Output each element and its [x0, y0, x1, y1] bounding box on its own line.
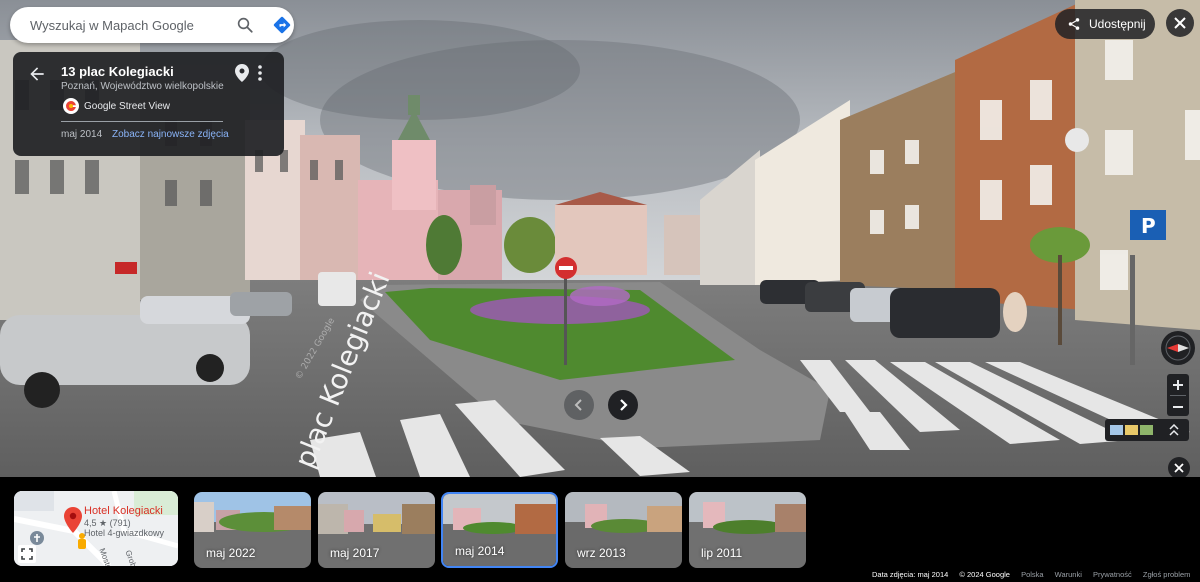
- previous-photo-button[interactable]: [564, 390, 594, 420]
- chevron-right-icon: [620, 399, 628, 411]
- timeline-thumb-may-2022[interactable]: maj 2022: [194, 492, 311, 568]
- search-box: [10, 7, 294, 43]
- more-options-button[interactable]: [253, 64, 267, 82]
- layer-thumb-map: [1125, 425, 1138, 435]
- location-info-card: 13 plac Kolegiacki Poznań, Województwo w…: [13, 52, 284, 156]
- location-address: Poznań, Województwo wielkopolskie: [61, 81, 224, 92]
- thumb-label: maj 2014: [455, 544, 505, 558]
- show-on-map-button[interactable]: [235, 64, 249, 82]
- chevron-left-icon: [574, 399, 582, 411]
- report-problem-link[interactable]: Zgłoś problem: [1143, 570, 1191, 579]
- next-photo-button[interactable]: [608, 390, 638, 420]
- search-input[interactable]: [28, 16, 225, 34]
- minimap-hotel-category: Hotel 4-gwiazdkowy: [84, 528, 165, 538]
- thumb-label: wrz 2013: [577, 546, 626, 560]
- zoom-in-button[interactable]: [1167, 374, 1189, 395]
- zoom-control: [1167, 374, 1189, 416]
- timeline-thumb-jul-2011[interactable]: lip 2011: [689, 492, 806, 568]
- info-divider: [61, 121, 223, 122]
- fullscreen-icon: [21, 548, 33, 560]
- location-pin-icon: [235, 64, 249, 82]
- timeline-thumb-may-2014[interactable]: maj 2014: [441, 492, 558, 568]
- footer-bar: Data zdjęcia: maj 2014 © 2024 Google Pol…: [872, 570, 1199, 579]
- street-view-provider: Google Street View: [84, 101, 170, 112]
- country-link[interactable]: Polska: [1021, 570, 1044, 579]
- privacy-link[interactable]: Prywatność: [1093, 570, 1132, 579]
- search-icon: [237, 17, 253, 33]
- share-button[interactable]: Udostępnij: [1055, 9, 1155, 39]
- compass-button[interactable]: [1161, 331, 1195, 365]
- svg-text:P: P: [1141, 214, 1156, 238]
- close-street-view-button[interactable]: [1166, 9, 1194, 37]
- street-view-logo-icon: [63, 98, 79, 114]
- minus-icon: [1173, 405, 1183, 408]
- share-icon: [1068, 18, 1080, 30]
- thumb-label: maj 2022: [206, 546, 256, 560]
- directions-icon: [274, 16, 291, 34]
- thumb-label: lip 2011: [701, 546, 743, 560]
- timeline-thumb-may-2017[interactable]: maj 2017: [318, 492, 435, 568]
- church-icon: [30, 531, 44, 545]
- close-icon: [1174, 463, 1184, 473]
- timeline-thumb-sep-2013[interactable]: wrz 2013: [565, 492, 682, 568]
- photo-date: Data zdjęcia: maj 2014: [872, 570, 949, 579]
- mini-map[interactable]: Hotel Kolegiacki 4,5 ★ (791) Hotel 4-gwi…: [14, 491, 178, 566]
- see-latest-imagery-link[interactable]: Zobacz najnowsze zdjęcia: [112, 129, 229, 140]
- plus-icon: [1173, 379, 1183, 390]
- bottom-strip: Hotel Kolegiacki 4,5 ★ (791) Hotel 4-gwi…: [0, 477, 1200, 582]
- layers-button[interactable]: [1105, 419, 1189, 441]
- expand-map-button[interactable]: [18, 545, 36, 563]
- back-button[interactable]: [27, 64, 47, 84]
- location-pin-icon: [64, 507, 82, 533]
- layer-thumb-terrain: [1140, 425, 1153, 435]
- search-button[interactable]: [233, 13, 257, 37]
- arrow-back-icon: [30, 67, 44, 81]
- zoom-out-button[interactable]: [1167, 396, 1189, 417]
- copyright: © 2024 Google: [959, 570, 1010, 579]
- expand-icon: [1169, 424, 1179, 436]
- minimap-hotel-name: Hotel Kolegiacki: [84, 505, 163, 517]
- terms-link[interactable]: Warunki: [1055, 570, 1082, 579]
- compass-icon: [1165, 335, 1191, 361]
- location-title: 13 plac Kolegiacki: [61, 64, 174, 79]
- close-icon: [1174, 17, 1186, 29]
- share-label: Udostępnij: [1089, 17, 1146, 31]
- layer-thumb-sky: [1110, 425, 1123, 435]
- close-timeline-button[interactable]: [1168, 457, 1190, 479]
- capture-date: maj 2014: [61, 129, 103, 140]
- more-vert-icon: [258, 65, 262, 81]
- directions-button[interactable]: [270, 13, 294, 37]
- thumb-label: maj 2017: [330, 546, 380, 560]
